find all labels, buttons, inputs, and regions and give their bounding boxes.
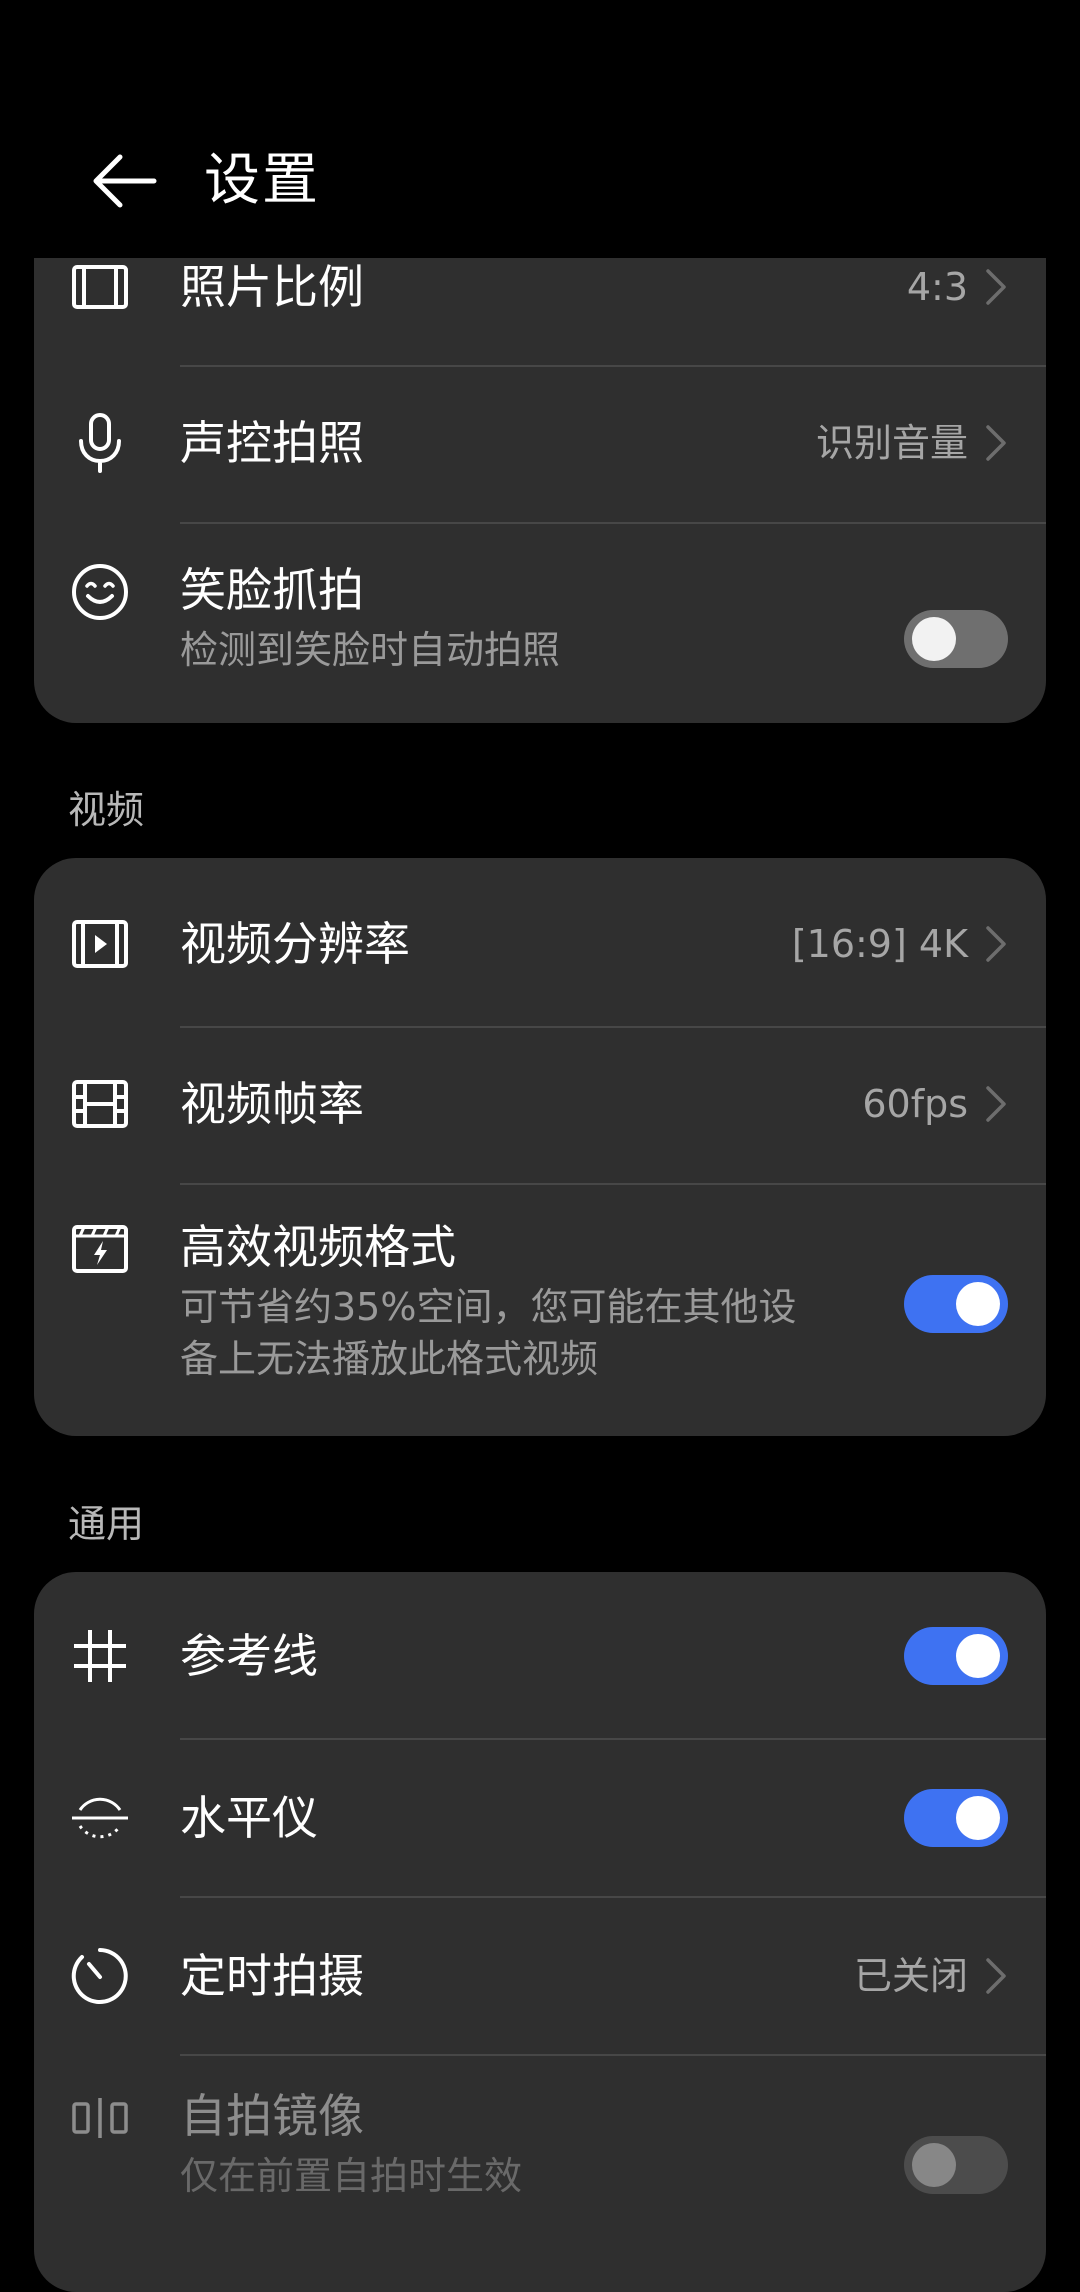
- setting-label: 定时拍摄: [180, 1949, 364, 2003]
- setting-row-timer[interactable]: 定时拍摄 已关闭: [34, 1898, 1046, 2056]
- setting-row-voice-control[interactable]: 声控拍照 识别音量: [34, 367, 1046, 525]
- chevron-right-icon: [986, 926, 1006, 962]
- setting-row-video-resolution[interactable]: 视频分辨率 [16:9] 4K: [34, 858, 1046, 1028]
- page-title: 设置: [204, 148, 320, 213]
- setting-row-efficient-video-format[interactable]: 高效视频格式 可节省约35%空间，您可能在其他设备上无法播放此格式视频: [34, 1185, 1046, 1436]
- chevron-right-icon: [986, 269, 1006, 305]
- timer-icon: [71, 1948, 128, 2004]
- arrow-left-icon: [93, 154, 157, 208]
- setting-value: 识别音量: [815, 421, 968, 465]
- smile-capture-toggle[interactable]: [904, 610, 1008, 668]
- setting-value: 已关闭: [853, 1954, 968, 1998]
- setting-description: 仅在前置自拍时生效: [180, 2154, 523, 2198]
- toggle-knob: [956, 1282, 1000, 1326]
- setting-label: 视频分辨率: [180, 917, 410, 971]
- level-toggle[interactable]: [904, 1789, 1008, 1847]
- setting-label: 水平仪: [180, 1791, 318, 1845]
- video-format-icon: [72, 1225, 128, 1273]
- setting-value: [16:9] 4K: [791, 922, 968, 966]
- setting-row-grid-lines[interactable]: 参考线: [34, 1572, 1046, 1740]
- microphone-icon: [79, 413, 121, 473]
- chevron-right-icon: [986, 1086, 1006, 1122]
- photo-settings-card: 照片比例 4:3 声控拍照 识别音量 笑脸抓拍 检测到笑脸时自动拍照: [34, 220, 1046, 723]
- mirror-icon: [72, 2098, 128, 2138]
- chevron-right-icon: [986, 425, 1006, 461]
- grid-icon: [74, 1630, 126, 1682]
- video-resolution-icon: [72, 920, 128, 968]
- setting-description: 检测到笑脸时自动拍照: [180, 628, 561, 672]
- setting-value: 4:3: [906, 265, 968, 309]
- setting-label: 参考线: [180, 1629, 318, 1683]
- back-button[interactable]: [84, 146, 164, 216]
- chevron-right-icon: [986, 1958, 1006, 1994]
- selfie-mirror-toggle[interactable]: [904, 2136, 1008, 2194]
- film-icon: [72, 1080, 128, 1128]
- efficient-format-toggle[interactable]: [904, 1275, 1008, 1333]
- setting-label: 照片比例: [180, 260, 364, 314]
- setting-row-smile-capture[interactable]: 笑脸抓拍 检测到笑脸时自动拍照: [34, 524, 1046, 723]
- setting-value: 60fps: [862, 1082, 968, 1126]
- top-app-bar: 设置: [0, 0, 1080, 258]
- general-settings-card: 参考线 水平仪 定时拍摄 已关闭 自拍镜像 仅在前置自拍时生效: [34, 1572, 1046, 2292]
- grid-lines-toggle[interactable]: [904, 1627, 1008, 1685]
- setting-label: 自拍镜像: [180, 2089, 364, 2143]
- toggle-knob: [912, 2143, 956, 2187]
- setting-label: 高效视频格式: [180, 1220, 456, 1274]
- section-header-general: 通用: [68, 1502, 145, 1546]
- aspect-ratio-icon: [72, 265, 128, 309]
- setting-row-level[interactable]: 水平仪: [34, 1740, 1046, 1898]
- section-header-video: 视频: [68, 788, 145, 832]
- setting-label: 声控拍照: [180, 416, 364, 470]
- smile-icon: [72, 564, 128, 620]
- level-icon: [72, 1797, 128, 1839]
- setting-row-selfie-mirror[interactable]: 自拍镜像 仅在前置自拍时生效: [34, 2056, 1046, 2292]
- toggle-knob: [956, 1634, 1000, 1678]
- setting-label: 视频帧率: [180, 1077, 364, 1131]
- setting-row-video-framerate[interactable]: 视频帧率 60fps: [34, 1028, 1046, 1186]
- setting-label: 笑脸抓拍: [180, 563, 364, 617]
- video-settings-card: 视频分辨率 [16:9] 4K 视频帧率 60fps 高效视频格式 可节省约35…: [34, 858, 1046, 1436]
- setting-description: 可节省约35%空间，您可能在其他设备上无法播放此格式视频: [180, 1285, 797, 1381]
- toggle-knob: [956, 1796, 1000, 1840]
- toggle-knob: [912, 617, 956, 661]
